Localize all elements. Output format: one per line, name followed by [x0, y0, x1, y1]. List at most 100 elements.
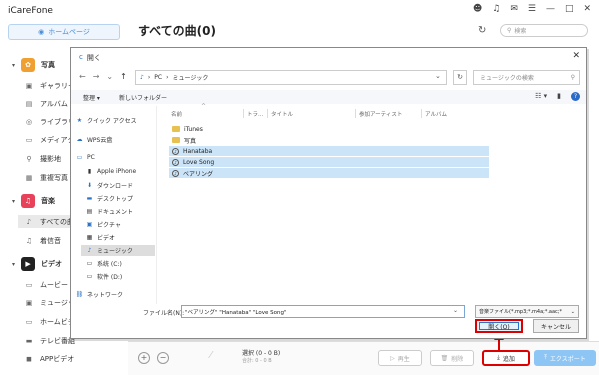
- nav-item-wps-cloud[interactable]: ☁ WPS云盘: [75, 135, 113, 144]
- home-button-label: ホームページ: [48, 28, 90, 36]
- sidebar-item-movie[interactable]: ▭ ムービー: [24, 280, 68, 290]
- breadcrumb-music[interactable]: ミュージック: [172, 73, 208, 82]
- picture-icon: ▣: [86, 221, 93, 228]
- sidebar-item-duplicates[interactable]: ▦ 重複写真: [24, 173, 68, 183]
- sidebar-item-music-video[interactable]: ▣ ミュージッ: [24, 298, 75, 308]
- nav-item-music[interactable]: ♪ ミュージック: [81, 245, 155, 256]
- search-input[interactable]: ⚲ 検索: [500, 24, 588, 37]
- sidebar-item-app-video[interactable]: ◼ APPビデオ: [24, 354, 74, 364]
- nav-item-label: 软件 (D:): [97, 274, 123, 281]
- sidebar-item-home-video[interactable]: ▭ ホームビデ: [24, 317, 75, 327]
- nav-item-quick-access[interactable]: ★ クイック アクセス: [75, 116, 137, 125]
- sidebar-item-library[interactable]: ◎ ライブラリ: [24, 117, 75, 127]
- home-button[interactable]: ◉ ホームページ: [8, 24, 120, 40]
- cancel-button[interactable]: キャンセル: [533, 319, 579, 333]
- desktop-icon: ▬: [86, 195, 93, 202]
- sidebar-category-music[interactable]: ▾ ♫ 音楽: [12, 194, 55, 208]
- dialog-close-icon[interactable]: ✕: [572, 51, 580, 61]
- export-icon: ⤒: [544, 354, 547, 361]
- column-header-artist[interactable]: 参加アーティスト: [359, 110, 402, 118]
- close-icon[interactable]: ✕: [583, 4, 591, 14]
- sidebar-category-photos[interactable]: ▾ ✿ 写真: [12, 58, 55, 72]
- sidebar-item-all-songs[interactable]: ♪ すべての曲: [18, 215, 74, 228]
- file-row[interactable]: iTunes: [169, 124, 489, 134]
- import-icon: ⤓: [497, 354, 500, 361]
- tv-app-icon: ▶: [21, 257, 36, 271]
- nav-item-desktop[interactable]: ▬ デスクトップ: [85, 194, 133, 203]
- nav-item-documents[interactable]: ▤ ドキュメント: [85, 207, 133, 216]
- refresh-icon[interactable]: ↻: [478, 25, 486, 36]
- caret-down-icon: ▾: [12, 197, 16, 205]
- nav-item-iphone[interactable]: ▮ Apple iPhone: [85, 168, 136, 175]
- nav-item-label: クイック アクセス: [87, 118, 137, 125]
- column-header-album[interactable]: アルバム: [425, 110, 447, 118]
- file-row[interactable]: ♪ Hanataba: [169, 146, 489, 156]
- forward-arrow-icon[interactable]: →: [93, 72, 100, 81]
- chevron-down-icon[interactable]: ⌄: [106, 72, 113, 81]
- filename-label: ファイル名(N):: [143, 310, 185, 317]
- breadcrumb-pc[interactable]: PC: [154, 74, 162, 81]
- open-button[interactable]: 開く(O): [475, 319, 523, 333]
- delete-button[interactable]: 🗑 削除: [430, 350, 474, 366]
- sidebar-item-ringtone[interactable]: ♫ 着信音: [24, 236, 61, 246]
- file-row[interactable]: 写真: [169, 135, 489, 145]
- caret-down-icon: ▾: [12, 260, 16, 268]
- mail-icon[interactable]: ✉: [510, 4, 518, 14]
- music-folder-icon: ♪: [140, 74, 144, 81]
- remove-circle-icon[interactable]: −: [157, 352, 169, 364]
- nav-item-videos[interactable]: ▦ ビデオ: [85, 233, 115, 242]
- help-icon[interactable]: ?: [571, 92, 580, 101]
- preview-pane-icon[interactable]: ▮: [557, 92, 561, 101]
- organize-button[interactable]: 整理 ▾: [83, 93, 100, 102]
- filename-value: "ベアリング" "Hanataba" "Love Song": [185, 309, 287, 316]
- sort-up-icon: ^: [201, 103, 207, 110]
- sidebar-item-tv-show[interactable]: ▬ テレビ番組: [24, 336, 75, 346]
- edit-icon[interactable]: ⁄: [210, 350, 212, 361]
- dialog-nav-row: ← → ⌄ ↑ ♪ › PC › ミュージック ⌄ ↻ ミュージックの検索 ⚲: [71, 69, 586, 87]
- add-button[interactable]: ⤓ 追加: [482, 350, 530, 366]
- nav-item-downloads[interactable]: ⬇ ダウンロード: [85, 181, 133, 190]
- nav-item-pictures[interactable]: ▣ ピクチャ: [85, 220, 121, 229]
- sidebar-item-media[interactable]: ▭ メディアタ: [24, 135, 75, 145]
- nav-item-network[interactable]: ⛓ ネットワーク: [75, 290, 123, 299]
- up-arrow-icon[interactable]: ↑: [120, 72, 127, 81]
- music-note-icon[interactable]: ♫: [492, 4, 500, 14]
- column-header-track[interactable]: トラ...: [247, 110, 263, 118]
- add-circle-icon[interactable]: +: [138, 352, 150, 364]
- open-button-focus: 開く(O): [479, 322, 519, 331]
- maximize-icon[interactable]: □: [565, 4, 574, 14]
- new-folder-button[interactable]: 新しいフォルダー: [119, 93, 167, 102]
- filename-input[interactable]: "ベアリング" "Hanataba" "Love Song": [181, 305, 465, 318]
- column-header-title[interactable]: タイトル: [271, 110, 293, 118]
- chevron-down-icon[interactable]: ⌄: [453, 307, 458, 314]
- file-row[interactable]: ♪ Love Song: [169, 157, 489, 167]
- minimize-icon[interactable]: —: [546, 4, 555, 14]
- open-file-dialog: c 開く ✕ ← → ⌄ ↑ ♪ › PC › ミュージック ⌄ ↻ ミュージッ…: [70, 47, 587, 339]
- view-options-icon[interactable]: ☷ ▾: [535, 92, 547, 101]
- nav-item-drive-c[interactable]: ▭ 系统 (C:): [85, 259, 122, 268]
- filetype-select[interactable]: 音楽ファイル(*.mp3;*.m4a;*.aac;* ⌄: [475, 305, 579, 318]
- sidebar-category-video[interactable]: ▾ ▶ ビデオ: [12, 257, 62, 271]
- note-icon: ♪: [26, 217, 32, 226]
- file-row[interactable]: ♪ ベアリング: [169, 168, 489, 178]
- nav-item-drive-d[interactable]: ▭ 软件 (D:): [85, 272, 123, 281]
- sidebar-item-album[interactable]: ▤ アルバム: [24, 99, 68, 109]
- dialog-search-input[interactable]: ミュージックの検索 ⚲: [473, 70, 580, 85]
- folder-icon: [172, 126, 180, 132]
- play-button[interactable]: ▷ 再生: [378, 350, 422, 366]
- add-label: 追加: [502, 355, 515, 363]
- user-icon[interactable]: ☻: [473, 4, 482, 14]
- toolbar-right: ☷ ▾ ▮ ?: [535, 92, 580, 101]
- export-button[interactable]: ⤒ エクスポート: [534, 350, 596, 366]
- column-header-name[interactable]: 名前: [171, 110, 182, 118]
- app-title: iCareFone: [8, 6, 53, 16]
- sidebar-item-location[interactable]: ⚲ 撮影地: [24, 154, 61, 164]
- address-dropdown-icon[interactable]: ⌄: [435, 72, 441, 80]
- back-arrow-icon[interactable]: ←: [79, 72, 86, 81]
- nav-item-pc[interactable]: ▭ PC: [75, 154, 95, 161]
- address-bar[interactable]: ♪ › PC › ミュージック: [135, 70, 447, 85]
- selection-count: 選択 (0 - 0 B): [242, 350, 281, 357]
- menu-icon[interactable]: ☰: [528, 4, 536, 14]
- dialog-refresh-icon[interactable]: ↻: [453, 70, 467, 85]
- sidebar-item-gallery[interactable]: ▣ ギャラリー: [24, 81, 75, 91]
